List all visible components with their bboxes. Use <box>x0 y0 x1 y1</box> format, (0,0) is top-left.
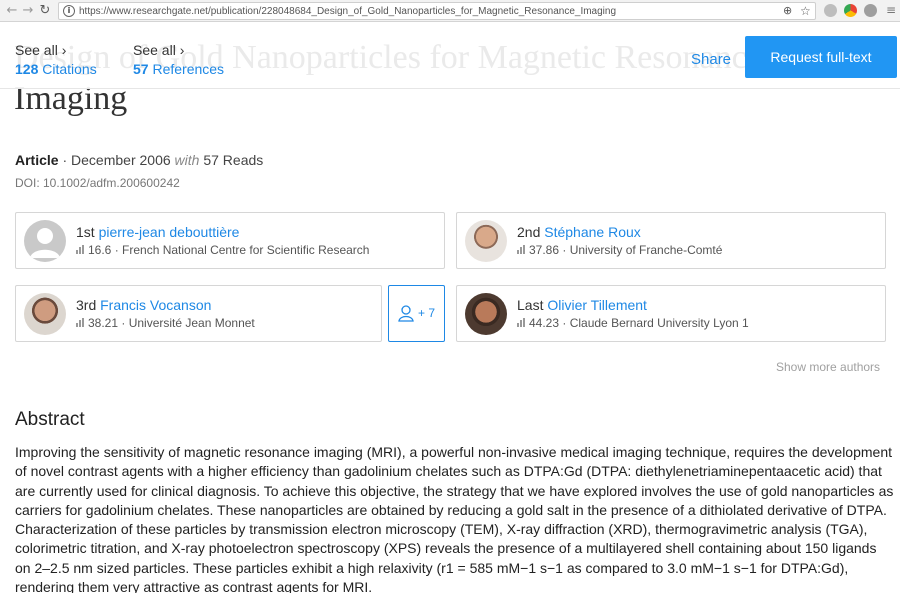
author-name-link[interactable]: Olivier Tillement <box>547 297 647 313</box>
publication-type: Article <box>15 152 59 168</box>
author-card[interactable]: 2nd Stéphane Roux 37.86 · University of … <box>456 212 886 269</box>
author-details: 44.23 · Claude Bernard University Lyon 1 <box>517 316 749 330</box>
author-details: 38.21 · Université Jean Monnet <box>76 316 255 330</box>
share-button[interactable]: Share <box>691 51 731 68</box>
more-authors-count: + 7 <box>418 306 436 320</box>
author-name-link[interactable]: Francis Vocanson <box>100 297 211 313</box>
extension-color-icon[interactable] <box>844 4 857 17</box>
star-icon[interactable]: ☆ <box>800 3 811 19</box>
more-authors-button[interactable]: + 7 <box>388 285 445 342</box>
author-score: 37.86 <box>529 243 560 257</box>
author-score: 38.21 <box>88 316 119 330</box>
author-score: 16.6 <box>88 243 112 257</box>
references-label: References <box>152 61 225 77</box>
score-bars-icon <box>76 245 85 254</box>
extension-cloud-icon[interactable] <box>824 4 837 17</box>
author-name-line: Last Olivier Tillement <box>517 297 647 313</box>
publication-date: December 2006 <box>71 152 171 168</box>
back-arrow-icon[interactable]: ← <box>4 2 20 20</box>
citations-link[interactable]: 128 Citations <box>15 61 97 77</box>
references-link[interactable]: 57 References <box>133 61 224 77</box>
references-see-all[interactable]: See all › <box>133 42 184 58</box>
address-bar-url[interactable]: https://www.researchgate.net/publication… <box>79 5 616 18</box>
extension-gray-icon[interactable] <box>864 4 877 17</box>
reload-icon[interactable]: ↻ <box>37 2 53 20</box>
publication-reads: 57 Reads <box>203 152 264 168</box>
request-full-text-button[interactable]: Request full-text <box>745 36 897 78</box>
avatar[interactable] <box>465 293 507 335</box>
author-details: 37.86 · University of Franche-Comté <box>517 243 722 257</box>
author-position: Last <box>517 297 544 313</box>
author-card[interactable]: Last Olivier Tillement 44.23 · Claude Be… <box>456 285 886 342</box>
author-name-line: 1st pierre-jean debouttière <box>76 224 239 240</box>
citations-label: Citations <box>42 61 97 77</box>
author-details: 16.6 · French National Centre for Scient… <box>76 243 369 257</box>
address-bar[interactable]: i https://www.researchgate.net/publicati… <box>58 2 816 20</box>
author-position: 3rd <box>76 297 97 313</box>
author-name-line: 3rd Francis Vocanson <box>76 297 211 313</box>
author-affiliation: Université Jean Monnet <box>128 316 255 330</box>
forward-arrow-icon[interactable]: → <box>20 2 36 20</box>
author-score: 44.23 <box>529 316 560 330</box>
author-name-line: 2nd Stéphane Roux <box>517 224 641 240</box>
author-affiliation: French National Centre for Scientific Re… <box>122 243 370 257</box>
abstract-text: Improving the sensitivity of magnetic re… <box>15 444 894 593</box>
score-bars-icon <box>517 318 526 327</box>
avatar[interactable] <box>465 220 507 262</box>
author-position: 2nd <box>517 224 541 240</box>
author-name-link[interactable]: pierre-jean debouttière <box>99 224 240 240</box>
show-more-authors-button[interactable]: Show more authors <box>776 360 880 374</box>
avatar[interactable] <box>24 220 66 262</box>
person-icon <box>398 305 414 322</box>
author-position: 1st <box>76 224 95 240</box>
menu-icon[interactable]: ≡ <box>886 3 898 18</box>
avatar[interactable] <box>24 293 66 335</box>
citations-count: 128 <box>15 61 39 77</box>
publication-doi: DOI: 10.1002/adfm.200600242 <box>15 176 180 190</box>
score-bars-icon <box>517 245 526 254</box>
author-affiliation: University of Franche-Comté <box>569 243 723 257</box>
score-bars-icon <box>76 318 85 327</box>
info-icon[interactable]: i <box>63 5 75 17</box>
abstract-heading: Abstract <box>15 409 85 430</box>
publication-meta: Article · December 2006 with 57 Reads <box>15 152 263 168</box>
author-card[interactable]: 3rd Francis Vocanson 38.21 · Université … <box>15 285 382 342</box>
author-affiliation: Claude Bernard University Lyon 1 <box>569 316 749 330</box>
user-placeholder-icon <box>30 228 60 258</box>
meta-with: with <box>174 152 200 168</box>
browser-toolbar: ← → ↻ i https://www.researchgate.net/pub… <box>0 0 900 22</box>
author-name-link[interactable]: Stéphane Roux <box>544 224 641 240</box>
references-count: 57 <box>133 61 149 77</box>
meta-separator: · <box>62 152 72 168</box>
sticky-header: Design of Gold Nanoparticles for Magneti… <box>0 23 900 89</box>
author-card[interactable]: 1st pierre-jean debouttière 16.6 · Frenc… <box>15 212 445 269</box>
zoom-icon[interactable]: ⊕ <box>783 3 792 19</box>
citations-see-all[interactable]: See all › <box>15 42 66 58</box>
